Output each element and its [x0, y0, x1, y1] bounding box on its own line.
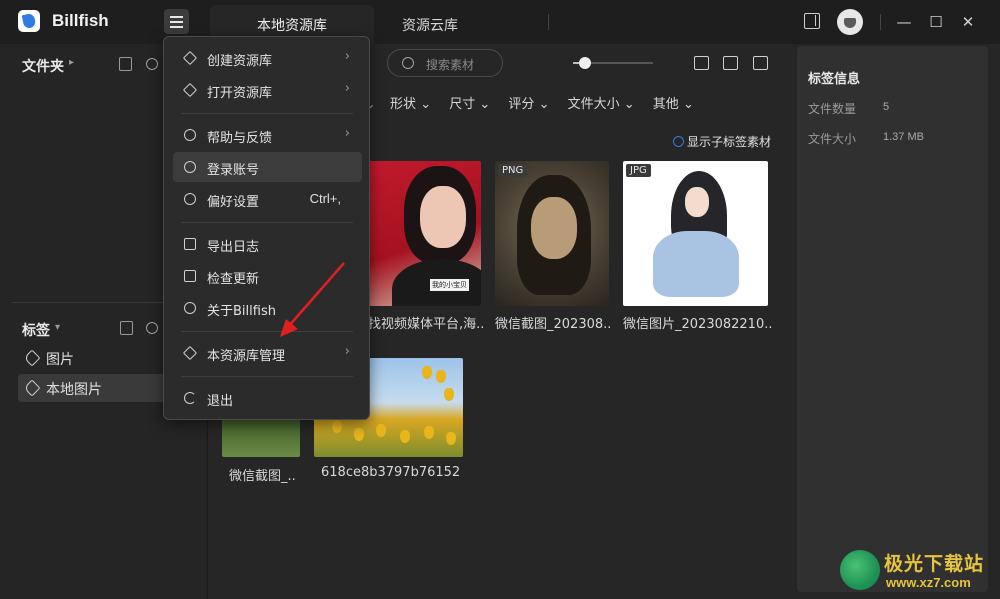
- annotation-arrow: [280, 262, 345, 337]
- shortcut-label: Ctrl+,: [309, 191, 341, 206]
- chevron-right-icon: ›: [344, 49, 350, 64]
- maximize-button[interactable]: ☐: [923, 9, 949, 35]
- cube-icon: [182, 50, 198, 66]
- watermark-logo-icon: [840, 550, 880, 590]
- tab-cloud-library[interactable]: 资源云库: [380, 5, 480, 44]
- zoom-slider-thumb[interactable]: [579, 57, 591, 69]
- filter-other[interactable]: 其他 ⌄: [653, 97, 694, 112]
- tag-icon: [23, 349, 41, 367]
- info-icon: [184, 302, 196, 314]
- update-icon: [184, 270, 196, 282]
- search-input[interactable]: 搜索素材: [387, 49, 503, 77]
- filter-shape[interactable]: 形状 ⌄: [390, 97, 431, 112]
- thumbnail-caption: 微信图片_2023082210..: [623, 317, 773, 332]
- app-logo-icon: [18, 10, 40, 32]
- thumbnail-3[interactable]: JPG: [623, 161, 768, 306]
- sidebar-item-local-images[interactable]: 本地图片: [18, 374, 168, 402]
- menu-item-open-library[interactable]: 打开资源库 ›: [173, 75, 362, 105]
- watermark-text: 极光下载站: [884, 553, 985, 575]
- toggle-panel-icon[interactable]: [804, 13, 820, 29]
- menu-divider: [181, 113, 353, 114]
- menu-divider: [181, 222, 353, 223]
- main-menu-button[interactable]: [164, 9, 189, 34]
- gear-icon: [184, 193, 196, 205]
- filter-file-size[interactable]: 文件大小 ⌄: [568, 97, 635, 112]
- sidebar-item-images[interactable]: 图片: [18, 344, 168, 372]
- zoom-slider[interactable]: [573, 57, 653, 69]
- tag-search-icon[interactable]: [146, 322, 158, 334]
- thumbnail-1[interactable]: 我的小宝贝: [368, 161, 481, 306]
- menu-item-create-library[interactable]: 创建资源库 ›: [173, 43, 362, 73]
- avatar[interactable]: [837, 9, 863, 35]
- cube-icon: [182, 82, 198, 98]
- tab-divider: [548, 14, 549, 30]
- window-divider: [880, 14, 881, 30]
- search-placeholder: 搜索素材: [426, 58, 475, 72]
- filter-bar: ⌄ 形状 ⌄ 尺寸 ⌄ 评分 ⌄ 文件大小 ⌄ 其他 ⌄: [365, 93, 708, 112]
- chevron-right-icon: ›: [344, 126, 350, 141]
- menu-item-login[interactable]: 登录账号: [173, 152, 362, 182]
- tag-info-panel: 标签信息 文件数量 5 文件大小 1.37 MB: [797, 46, 988, 592]
- main-menu: 创建资源库 › 打开资源库 › 帮助与反馈 › 登录账号 偏好设置 Ctrl+,…: [163, 36, 370, 420]
- cube-icon: [182, 345, 198, 361]
- menu-item-exit[interactable]: 退出: [173, 383, 362, 413]
- thumbnail-caption: 618ce8b3797b76152: [321, 465, 461, 480]
- tags-title[interactable]: 标签: [22, 320, 50, 340]
- calendar-icon: [184, 238, 196, 250]
- thumbnail-caption: 微信截图_..: [229, 469, 296, 484]
- menu-item-help[interactable]: 帮助与反馈 ›: [173, 120, 362, 150]
- sidebar-item-label: 图片: [46, 352, 74, 368]
- show-sub-tags-toggle[interactable]: 显示子标签素材: [673, 133, 771, 150]
- sort-icon[interactable]: [694, 56, 709, 70]
- tags-dropdown-icon[interactable]: ▾: [55, 322, 60, 333]
- sidebar-item-label: 本地图片: [46, 382, 102, 398]
- title-bar: Billfish 本地资源库 资源云库 — ☐ ✕: [0, 0, 1000, 44]
- filter-rating[interactable]: 评分 ⌄: [508, 97, 549, 112]
- file-type-badge: PNG: [498, 164, 528, 177]
- layout-grid-icon[interactable]: [753, 56, 768, 70]
- file-count-label: 文件数量: [808, 102, 857, 116]
- menu-divider: [181, 376, 353, 377]
- folders-expand-icon[interactable]: ▸: [69, 57, 74, 68]
- file-size-value: 1.37 MB: [883, 131, 924, 143]
- file-type-badge: JPG: [626, 164, 651, 177]
- tag-icon: [23, 379, 41, 397]
- photo-watermark: 我的小宝贝: [430, 279, 469, 291]
- folders-title[interactable]: 文件夹: [22, 56, 64, 76]
- file-size-label: 文件大小: [808, 132, 857, 146]
- watermark-url: www.xz7.com: [886, 575, 971, 590]
- folder-search-icon[interactable]: [146, 58, 158, 70]
- thumbnail-2[interactable]: PNG: [495, 161, 609, 306]
- help-icon: [184, 129, 196, 141]
- menu-item-preferences[interactable]: 偏好设置 Ctrl+,: [173, 184, 362, 214]
- chevron-right-icon: ›: [344, 81, 350, 96]
- bookmark-icon[interactable]: [120, 321, 133, 335]
- minimize-button[interactable]: —: [891, 9, 917, 35]
- exit-icon: [184, 392, 196, 404]
- chevron-right-icon: ›: [344, 344, 350, 359]
- display-icon[interactable]: [723, 56, 738, 70]
- search-icon: [402, 57, 414, 69]
- app-name: Billfish: [52, 11, 109, 30]
- filter-size[interactable]: 尺寸 ⌄: [449, 97, 490, 112]
- panel-title: 标签信息: [808, 72, 861, 87]
- trash-icon[interactable]: [119, 57, 132, 71]
- file-count-value: 5: [883, 101, 890, 113]
- check-circle-icon: [673, 136, 684, 147]
- thumbnail-caption: 找视频媒体平台,海..: [368, 317, 485, 332]
- user-icon: [184, 161, 196, 173]
- thumbnail-caption: 微信截图_202308..: [495, 317, 612, 332]
- close-button[interactable]: ✕: [955, 9, 981, 35]
